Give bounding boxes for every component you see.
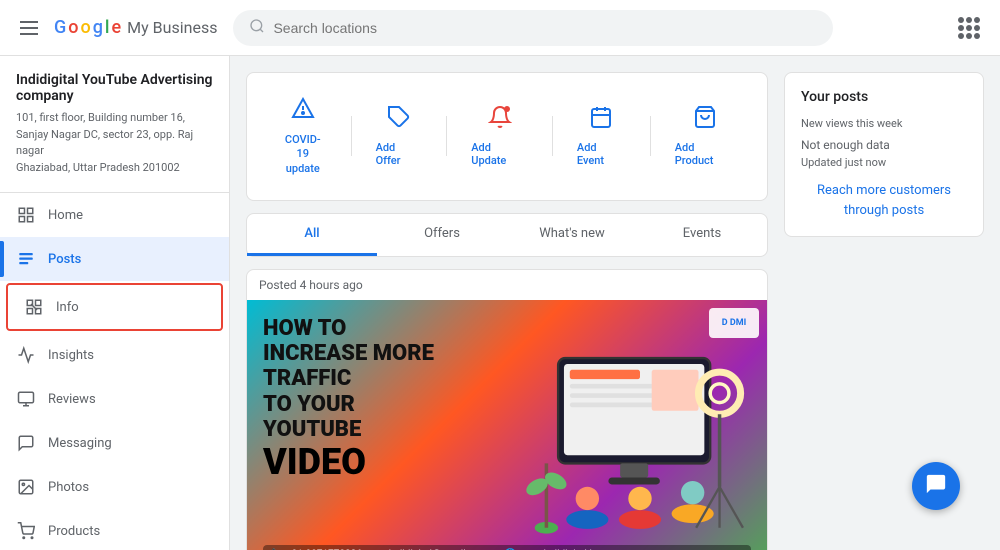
posts-section: COVID-19 update Add Offer Add Update	[246, 72, 768, 534]
post-logo: D DMI	[709, 308, 759, 338]
post-title: HOW TO INCREASE MORE TRAFFIC TO YOUR YOU…	[263, 316, 531, 484]
tab-all[interactable]: All	[247, 214, 377, 256]
google-logo: Google My Business	[54, 17, 217, 38]
covid-icon	[291, 97, 315, 127]
hamburger-menu[interactable]	[16, 17, 42, 39]
logo-g2: g	[93, 17, 103, 38]
apps-icon[interactable]	[954, 13, 984, 43]
sidebar-item-photos[interactable]: Photos	[0, 465, 229, 509]
action-buttons-row: COVID-19 update Add Offer Add Update	[246, 72, 768, 201]
posts-icon	[16, 249, 36, 269]
tab-events[interactable]: Events	[637, 214, 767, 256]
event-icon	[589, 105, 613, 135]
post-title-line4: TO YOUR	[263, 392, 355, 417]
post-title-line3: TRAFFIC	[263, 366, 351, 391]
separator-3	[552, 116, 553, 156]
offer-label: Add Offer	[376, 141, 423, 167]
reviews-icon	[16, 389, 36, 409]
search-icon	[249, 18, 265, 38]
updated-label: Updated just now	[801, 156, 967, 169]
info-icon	[24, 297, 44, 317]
topbar-left: Google My Business	[16, 17, 217, 39]
logo-g: G	[54, 17, 66, 38]
sidebar-item-insights[interactable]: Insights	[0, 333, 229, 377]
update-label: Add Update	[471, 141, 528, 167]
topbar-right	[954, 13, 984, 43]
your-posts-title: Your posts	[801, 89, 967, 105]
search-bar[interactable]	[233, 10, 833, 46]
add-product-button[interactable]: Add Product	[659, 97, 751, 175]
insights-icon	[16, 345, 36, 365]
messaging-icon	[16, 433, 36, 453]
sidebar-item-reviews[interactable]: Reviews	[0, 377, 229, 421]
sidebar-label-home: Home	[48, 208, 83, 223]
sidebar-label-messaging: Messaging	[48, 436, 112, 451]
fab-icon	[925, 473, 947, 500]
sidebar-label-reviews: Reviews	[48, 392, 96, 407]
reach-more-link[interactable]: Reach more customers through posts	[801, 181, 967, 220]
logo-o1: o	[68, 17, 78, 38]
sidebar-item-posts[interactable]: Posts	[0, 237, 229, 281]
photos-icon	[16, 477, 36, 497]
post-illustration	[523, 340, 757, 540]
offer-icon	[387, 105, 411, 135]
sidebar-label-photos: Photos	[48, 480, 89, 495]
post-text-block: HOW TO INCREASE MORE TRAFFIC TO YOUR YOU…	[263, 316, 531, 484]
sidebar-label-products: Products	[48, 524, 100, 539]
add-update-button[interactable]: Add Update	[455, 97, 544, 175]
your-posts-card: Your posts New views this week Not enoug…	[784, 72, 984, 237]
your-posts-subtitle: New views this week	[801, 117, 967, 130]
content-area: COVID-19 update Add Offer Add Update	[230, 56, 1000, 550]
event-label: Add Event	[577, 141, 626, 167]
logo-o2: o	[80, 17, 90, 38]
search-input[interactable]	[273, 20, 817, 36]
separator-4	[650, 116, 651, 156]
tab-whats-new[interactable]: What's new	[507, 214, 637, 256]
sidebar-item-home[interactable]: Home	[0, 193, 229, 237]
covid-button[interactable]: COVID-19 update	[263, 89, 343, 184]
products-icon	[16, 521, 36, 541]
sidebar-item-info[interactable]: Info	[6, 283, 223, 331]
product-icon	[693, 105, 717, 135]
business-name: Indidigital YouTube Advertising company	[16, 72, 213, 104]
not-enough-data: Not enough data	[801, 138, 967, 152]
sidebar-label-insights: Insights	[48, 348, 94, 363]
sidebar-label-posts: Posts	[48, 252, 81, 267]
post-title-line5: YOUTUBE	[263, 417, 361, 442]
sidebar: Indidigital YouTube Advertising company …	[0, 56, 230, 550]
sidebar-item-messaging[interactable]: Messaging	[0, 421, 229, 465]
sidebar-nav: Home Posts Info Insights	[0, 193, 229, 550]
post-title-highlight: VIDEO	[263, 441, 366, 483]
tab-offers[interactable]: Offers	[377, 214, 507, 256]
filter-tabs: All Offers What's new Events	[246, 213, 768, 257]
logo-mybusiness: My Business	[127, 18, 217, 37]
business-info: Indidigital YouTube Advertising company …	[0, 56, 229, 193]
add-offer-button[interactable]: Add Offer	[360, 97, 439, 175]
sidebar-right: Your posts New views this week Not enoug…	[784, 72, 984, 534]
post-timestamp: Posted 4 hours ago	[247, 270, 767, 300]
separator-2	[446, 116, 447, 156]
sidebar-label-info: Info	[56, 300, 79, 315]
post-image: HOW TO INCREASE MORE TRAFFIC TO YOUR YOU…	[247, 300, 767, 550]
fab-button[interactable]	[912, 462, 960, 510]
post-title-line1: HOW TO	[263, 316, 346, 341]
post-title-line2: INCREASE MORE	[263, 341, 434, 366]
post-card: Posted 4 hours ago HOW TO INCREASE MORE …	[246, 269, 768, 550]
main-layout: Indidigital YouTube Advertising company …	[0, 56, 1000, 550]
sidebar-item-products[interactable]: Products	[0, 509, 229, 550]
logo-e: e	[112, 17, 122, 38]
product-label: Add Product	[675, 141, 735, 167]
add-event-button[interactable]: Add Event	[561, 97, 642, 175]
post-footer: 📞 +91-9971778006 ✉ indidigital@gmail.com…	[263, 545, 751, 550]
home-icon	[16, 205, 36, 225]
update-icon	[488, 105, 512, 135]
logo-l: l	[105, 17, 110, 38]
topbar: Google My Business	[0, 0, 1000, 56]
business-address: 101, first floor, Building number 16, Sa…	[16, 110, 213, 176]
covid-label: COVID-19 update	[279, 133, 327, 176]
separator-1	[351, 116, 352, 156]
